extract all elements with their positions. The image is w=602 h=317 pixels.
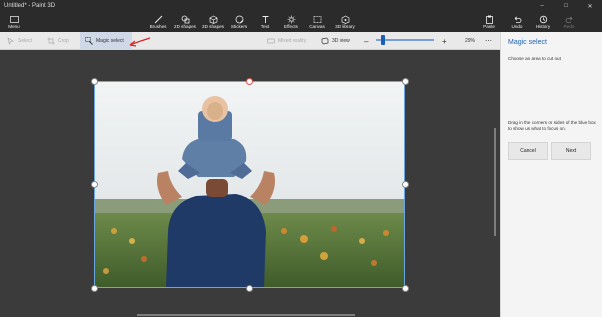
magic-select-tool[interactable]: Magic select <box>80 32 132 50</box>
tool-3d-shapes[interactable]: 3D shapes <box>200 12 226 32</box>
close-button[interactable]: ✕ <box>578 0 602 12</box>
zoom-value: 29% <box>465 38 476 44</box>
tool-3d-library[interactable]: 3D library <box>332 12 358 32</box>
tool-label: Effects <box>284 23 298 29</box>
3d-view-label: 3D view <box>332 38 350 44</box>
resize-handle-top-left[interactable] <box>91 78 98 85</box>
resize-handle-top[interactable] <box>246 78 253 85</box>
mixed-reality-icon <box>266 37 275 46</box>
title-bar: Untitled* - Paint 3D – □ ✕ <box>0 0 602 12</box>
minus-icon: – <box>364 36 369 46</box>
redo-icon <box>564 15 574 24</box>
vertical-scrollbar[interactable] <box>494 128 496 236</box>
resize-handle-top-right[interactable] <box>402 78 409 85</box>
resize-handle-bottom-left[interactable] <box>91 285 98 292</box>
menu-label: Menu <box>8 23 20 29</box>
mixed-reality-label: Mixed reality <box>278 38 307 44</box>
ellipsis-icon: ⋯ <box>485 38 492 45</box>
3d-view-toggle[interactable]: 3D view <box>320 32 350 50</box>
zoom-out-button[interactable]: – <box>364 32 368 50</box>
maximize-button[interactable]: □ <box>554 0 578 12</box>
tool-label: 3D library <box>335 23 355 29</box>
brush-icon <box>153 15 163 24</box>
side-panel: Magic select Choose an area to cut out D… <box>500 32 602 317</box>
more-options-button[interactable]: ⋯ <box>485 32 492 50</box>
annotation-arrow-icon <box>129 37 151 47</box>
tool-canvas[interactable]: Canvas <box>306 12 328 32</box>
resize-handle-left[interactable] <box>91 181 98 188</box>
panel-hint: Drag in the corners or sides of the blue… <box>508 120 596 131</box>
crop-label: Crop <box>58 38 69 44</box>
tool-options-bar: Select Crop Magic select Mixed reality 3… <box>0 32 500 50</box>
crop-tool[interactable]: Crop <box>46 32 69 50</box>
magic-select-icon <box>84 37 93 46</box>
tool-brushes[interactable]: Brushes <box>146 12 170 32</box>
zoom-slider-thumb[interactable] <box>380 35 385 45</box>
3d-library-icon <box>340 15 350 24</box>
tool-label: Stickers <box>230 23 248 29</box>
resize-handle-bottom[interactable] <box>246 285 253 292</box>
tool-stickers[interactable]: Stickers <box>228 12 250 32</box>
paste-label: Paste <box>483 23 495 29</box>
3d-shapes-icon <box>208 15 218 24</box>
magic-select-bounding-box[interactable] <box>94 81 405 288</box>
minimize-button[interactable]: – <box>530 0 554 12</box>
paste-button[interactable]: Paste <box>479 12 499 32</box>
menu-button[interactable]: Menu <box>4 12 24 32</box>
panel-description: Choose an area to cut out <box>508 56 561 61</box>
undo-icon <box>512 15 522 24</box>
history-icon <box>538 15 548 24</box>
tool-effects[interactable]: Effects <box>280 12 302 32</box>
redo-label: Redo <box>563 23 575 29</box>
tool-2d-shapes[interactable]: 2D shapes <box>172 12 198 32</box>
paste-icon <box>484 15 494 24</box>
history-label: History <box>535 23 551 29</box>
effects-icon <box>286 15 296 24</box>
tool-label: Text <box>260 23 270 29</box>
horizontal-scrollbar[interactable] <box>137 314 355 316</box>
next-button[interactable]: Next <box>551 142 591 160</box>
2d-shapes-icon <box>180 15 190 24</box>
undo-label: Undo <box>511 23 523 29</box>
panel-title: Magic select <box>508 39 547 46</box>
magic-select-label: Magic select <box>96 38 124 44</box>
history-button[interactable]: History <box>532 12 554 32</box>
sticker-icon <box>234 15 244 24</box>
cancel-button[interactable]: Cancel <box>508 142 548 160</box>
select-tool[interactable]: Select <box>6 32 32 50</box>
resize-handle-right[interactable] <box>402 181 409 188</box>
text-icon <box>260 15 270 24</box>
crop-icon <box>46 37 55 46</box>
3d-view-icon <box>320 37 329 46</box>
zoom-percentage: 29% <box>465 32 475 50</box>
plus-icon: + <box>442 36 447 46</box>
mixed-reality-tool[interactable]: Mixed reality <box>266 32 306 50</box>
undo-button[interactable]: Undo <box>507 12 527 32</box>
select-icon <box>6 37 15 46</box>
canvas-icon <box>312 15 322 24</box>
zoom-in-button[interactable]: + <box>442 32 447 50</box>
resize-handle-bottom-right[interactable] <box>402 285 409 292</box>
tool-label: Canvas <box>309 23 325 29</box>
ribbon: Menu Brushes 2D shapes 3D shapes Sticker… <box>0 12 602 32</box>
select-label: Select <box>18 38 32 44</box>
window-title: Untitled* - Paint 3D <box>4 3 56 9</box>
tool-label: Brushes <box>149 23 167 29</box>
redo-button[interactable]: Redo <box>559 12 579 32</box>
tool-text[interactable]: Text <box>256 12 274 32</box>
tool-label: 3D shapes <box>202 23 224 29</box>
tool-label: 2D shapes <box>174 23 196 29</box>
folder-icon <box>9 15 19 24</box>
